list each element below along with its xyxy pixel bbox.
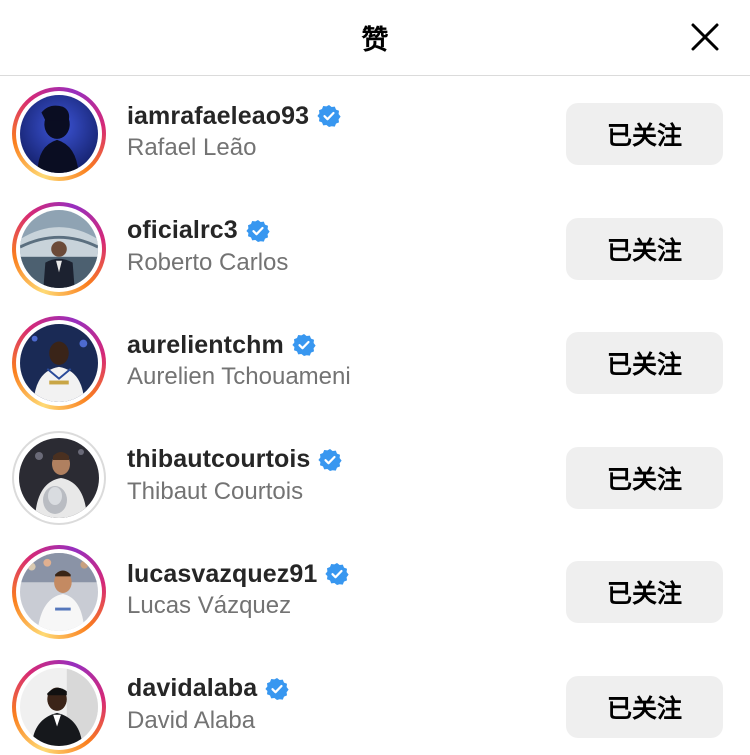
following-button[interactable]: 已关注 [566, 561, 723, 624]
list-item: thibautcourtois Thibaut Courtois 已关注 [0, 421, 750, 536]
verified-badge-icon [292, 334, 316, 356]
list-item: aurelientchm Aurelien Tchouameni 已关注 [0, 306, 750, 421]
full-name: Lucas Vázquez [127, 592, 292, 619]
verified-badge-icon [246, 219, 270, 242]
dialog-header: 赞 [0, 0, 750, 76]
following-button[interactable]: 已关注 [566, 217, 723, 280]
username-link[interactable]: lucasvazquez91 [127, 560, 317, 589]
username-link[interactable]: aurelientchm [127, 331, 284, 360]
profile-photo [20, 95, 98, 174]
close-button[interactable] [688, 20, 722, 54]
avatar[interactable] [12, 545, 106, 640]
avatar[interactable] [12, 316, 106, 411]
avatar[interactable] [12, 430, 106, 525]
verified-badge-icon [318, 448, 343, 471]
dialog-title: 赞 [361, 25, 389, 56]
full-name: Aurelien Tchouameni [127, 363, 351, 390]
verified-badge-icon [325, 563, 349, 585]
full-name: Roberto Carlos [127, 248, 289, 276]
profile-photo [20, 324, 98, 403]
list-item: lucasvazquez91 Lucas Vázquez 已关注 [0, 535, 750, 650]
list-item: oficialrc3 Roberto Carlos 已关注 [0, 192, 750, 307]
avatar[interactable] [12, 201, 106, 296]
following-button[interactable]: 已关注 [566, 675, 723, 738]
username-link[interactable]: davidalaba [127, 674, 257, 703]
verified-badge-icon [265, 677, 289, 700]
following-button[interactable]: 已关注 [566, 332, 723, 395]
verified-badge-icon [317, 105, 341, 127]
avatar[interactable] [12, 87, 106, 182]
close-icon [691, 23, 719, 51]
likes-dialog: 赞 iamrafaeleao93 Rafael Leão 已关注 oficial… [0, 0, 750, 755]
username-link[interactable]: oficialrc3 [127, 216, 238, 245]
full-name: Thibaut Courtois [127, 477, 304, 505]
profile-photo [20, 553, 98, 632]
profile-photo [20, 209, 98, 288]
likes-list: iamrafaeleao93 Rafael Leão 已关注 oficialrc… [0, 77, 750, 755]
username-link[interactable]: thibautcourtois [127, 445, 310, 474]
full-name: Rafael Leão [127, 134, 257, 161]
profile-photo [19, 437, 99, 518]
full-name: David Alaba [127, 706, 256, 734]
list-item: iamrafaeleao93 Rafael Leão 已关注 [0, 77, 750, 192]
following-button[interactable]: 已关注 [566, 103, 723, 166]
list-item: davidalaba David Alaba 已关注 [0, 650, 750, 755]
username-link[interactable]: iamrafaeleao93 [127, 102, 309, 131]
avatar[interactable] [12, 659, 106, 754]
profile-photo [20, 667, 98, 746]
following-button[interactable]: 已关注 [566, 446, 723, 509]
